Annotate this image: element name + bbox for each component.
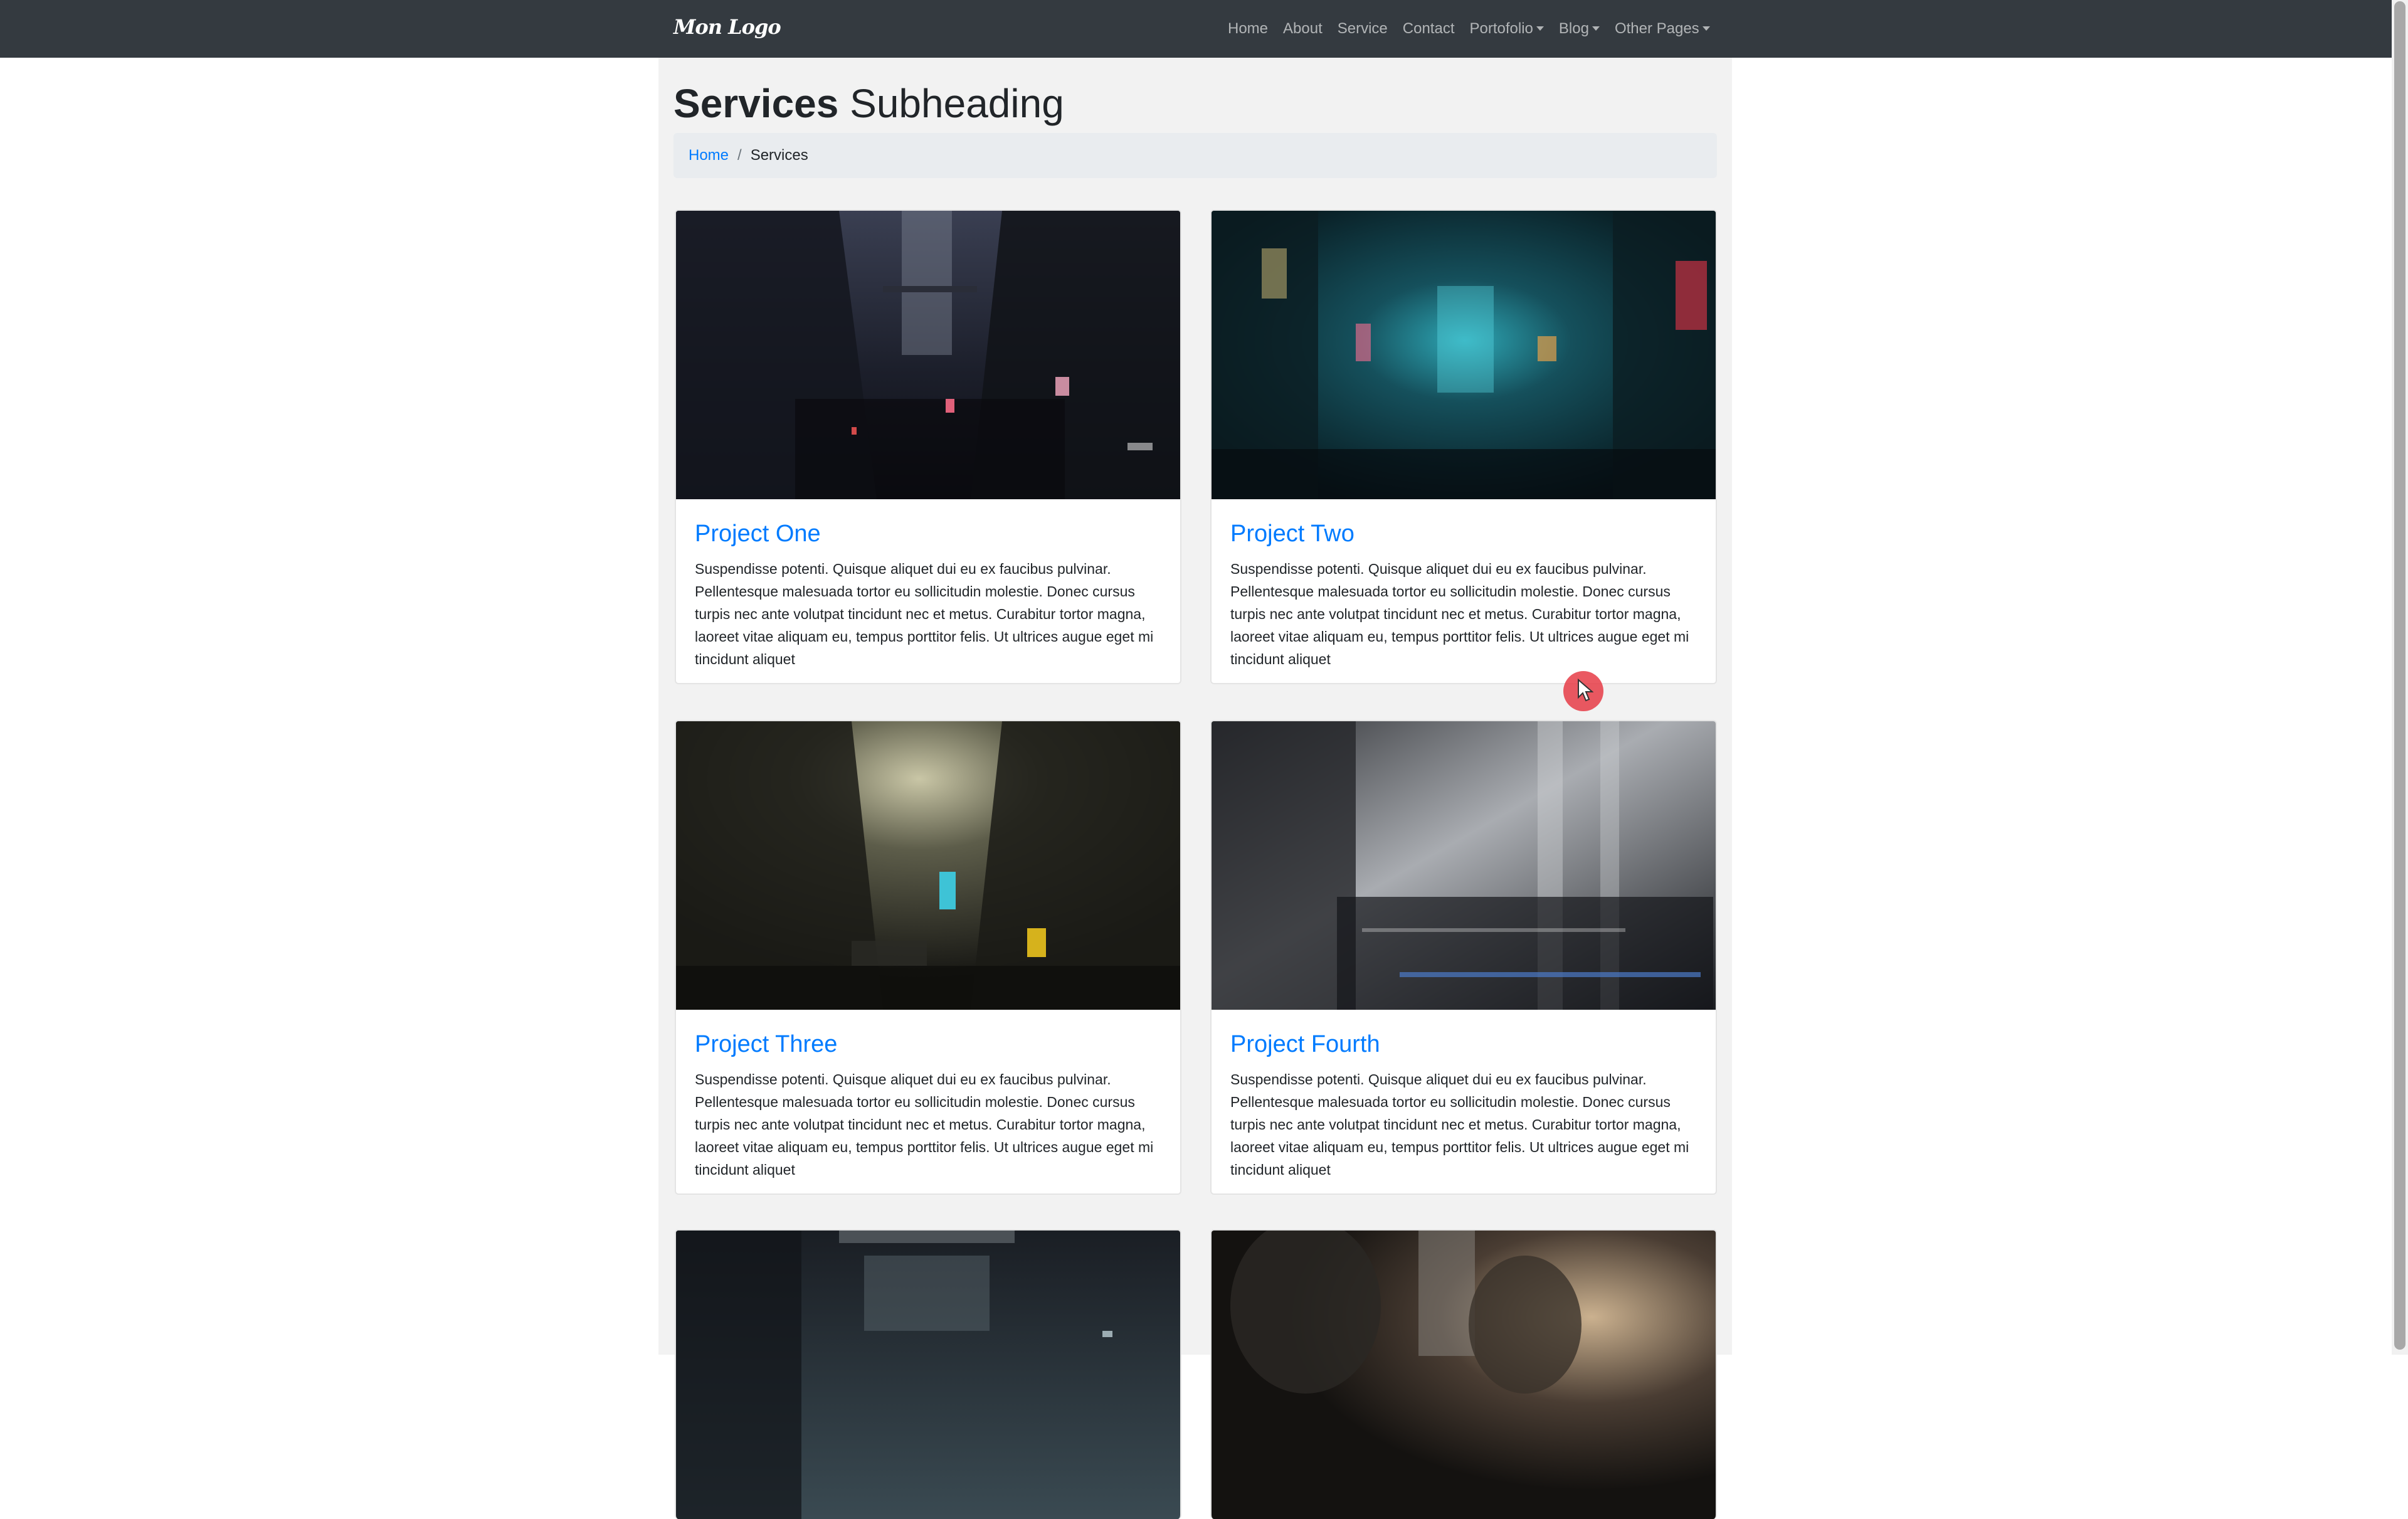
nav-link-label: Portofolio bbox=[1469, 20, 1533, 37]
card-body: Project Two Suspendisse potenti. Quisque… bbox=[1212, 499, 1716, 683]
pointer-arrow-icon bbox=[1578, 679, 1593, 702]
caret-down-icon bbox=[1592, 26, 1600, 31]
card-title-link[interactable]: Project Three bbox=[695, 1031, 1161, 1058]
mouse-cursor bbox=[1563, 671, 1603, 711]
nav-dropdown-blog[interactable]: Blog bbox=[1551, 20, 1607, 38]
scrollbar-thumb[interactable] bbox=[2394, 1, 2405, 1350]
project-card-five bbox=[675, 1229, 1181, 1519]
page-title-sub: Subheading bbox=[850, 81, 1064, 126]
nav-dropdown-portofolio[interactable]: Portofolio bbox=[1462, 20, 1551, 38]
navbar: Mon Logo Home About Service Contact Port… bbox=[0, 0, 2408, 58]
card-body: Project One Suspendisse potenti. Quisque… bbox=[676, 499, 1180, 683]
card-title-link[interactable]: Project Fourth bbox=[1230, 1031, 1697, 1058]
brand-logo[interactable]: Mon Logo bbox=[673, 15, 781, 39]
project-two-image[interactable] bbox=[1212, 211, 1717, 499]
project-card-fourth: Project Fourth Suspendisse potenti. Quis… bbox=[1210, 720, 1717, 1195]
card-text: Suspendisse potenti. Quisque aliquet dui… bbox=[1230, 1071, 1689, 1178]
page-scrollbar[interactable] bbox=[2392, 0, 2408, 1355]
card-body: Project Three Suspendisse potenti. Quisq… bbox=[676, 1010, 1180, 1194]
nav-link-label: Home bbox=[1228, 20, 1269, 37]
card-text: Suspendisse potenti. Quisque aliquet dui… bbox=[695, 1071, 1154, 1178]
page-title: Services Subheading bbox=[673, 80, 1064, 127]
nav-link-label: About bbox=[1283, 20, 1323, 37]
nav-link-label: Service bbox=[1337, 20, 1388, 37]
project-card-three: Project Three Suspendisse potenti. Quisq… bbox=[675, 720, 1181, 1195]
caret-down-icon bbox=[1536, 26, 1544, 31]
nav-link-contact[interactable]: Contact bbox=[1395, 20, 1462, 38]
breadcrumb-current: Services bbox=[750, 147, 808, 164]
nav-link-service[interactable]: Service bbox=[1330, 20, 1395, 38]
card-text: Suspendisse potenti. Quisque aliquet dui… bbox=[695, 561, 1154, 667]
card-text: Suspendisse potenti. Quisque aliquet dui… bbox=[1230, 561, 1689, 667]
card-body: Project Fourth Suspendisse potenti. Quis… bbox=[1212, 1010, 1716, 1194]
project-three-image[interactable] bbox=[676, 721, 1181, 1010]
nav-dropdown-other-pages[interactable]: Other Pages bbox=[1607, 20, 1718, 38]
project-five-image[interactable] bbox=[676, 1231, 1181, 1519]
nav-link-home[interactable]: Home bbox=[1220, 20, 1275, 38]
breadcrumb-home-link[interactable]: Home bbox=[689, 147, 729, 164]
project-one-image[interactable] bbox=[676, 211, 1181, 499]
page-title-main: Services bbox=[673, 81, 839, 126]
nav-links: Home About Service Contact Portofolio Bl… bbox=[1220, 0, 1718, 58]
breadcrumb-separator: / bbox=[737, 147, 742, 164]
project-card-six bbox=[1210, 1229, 1717, 1519]
nav-link-label: Blog bbox=[1558, 20, 1589, 37]
nav-link-label: Contact bbox=[1402, 20, 1455, 37]
caret-down-icon bbox=[1702, 26, 1710, 31]
project-fourth-image[interactable] bbox=[1212, 721, 1717, 1010]
project-card-two: Project Two Suspendisse potenti. Quisque… bbox=[1210, 209, 1717, 684]
breadcrumb: Home / Services bbox=[673, 133, 1717, 178]
card-title-link[interactable]: Project One bbox=[695, 521, 1161, 548]
project-six-image[interactable] bbox=[1212, 1231, 1717, 1519]
project-card-one: Project One Suspendisse potenti. Quisque… bbox=[675, 209, 1181, 684]
card-title-link[interactable]: Project Two bbox=[1230, 521, 1697, 548]
nav-link-label: Other Pages bbox=[1614, 20, 1699, 37]
nav-link-about[interactable]: About bbox=[1275, 20, 1330, 38]
